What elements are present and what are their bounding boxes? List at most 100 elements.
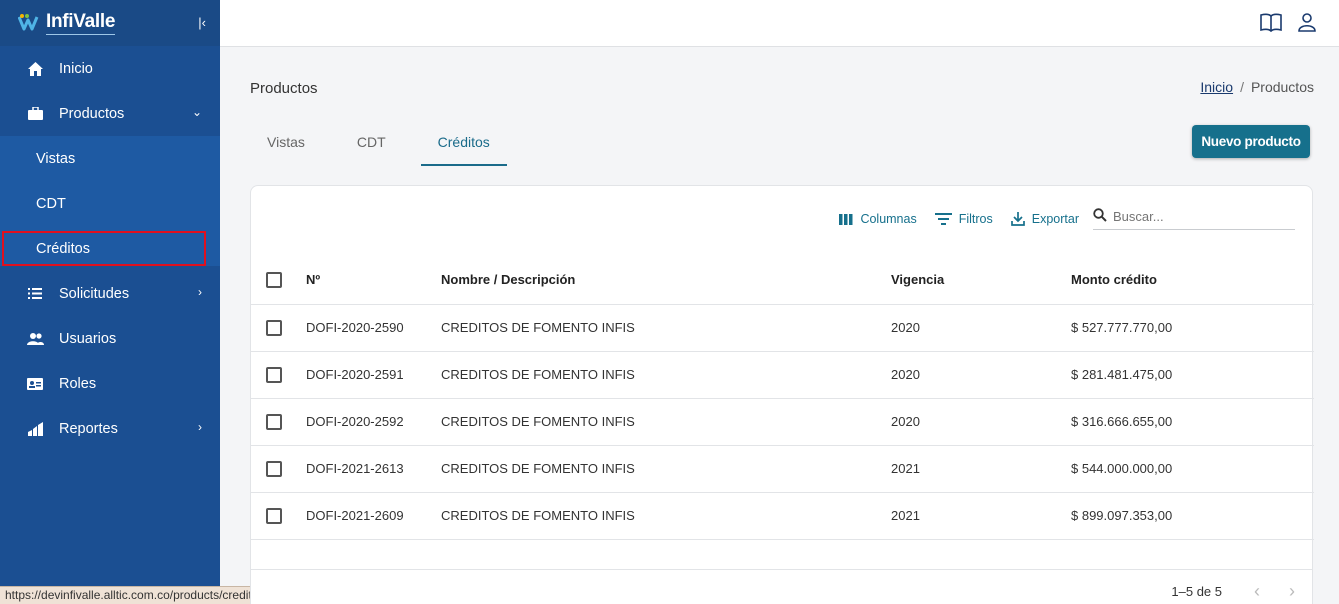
logo-row: InfiValle |‹ [0, 0, 220, 46]
sidebar-subitem-vistas[interactable]: Vistas [0, 136, 220, 181]
row-checkbox[interactable] [266, 319, 282, 336]
row-monto: $ 316.666.655,00 [1071, 398, 1314, 446]
download-icon [1010, 212, 1025, 226]
row-name: CREDITOS DE FOMENTO INFIS [441, 304, 891, 352]
chevron-right-icon: › [198, 285, 202, 299]
sidebar-item-label: CDT [36, 195, 66, 212]
column-header-vigencia[interactable]: Vigencia [891, 256, 1071, 305]
row-number: DOFI-2020-2591 [306, 351, 441, 399]
home-icon [26, 61, 44, 77]
sidebar-item-label: Roles [59, 375, 97, 392]
search-input[interactable] [1113, 209, 1283, 224]
tab-vistas[interactable]: Vistas [250, 124, 322, 166]
sidebar: InfiValle |‹ Inicio Productos ⌄ Vistas C… [0, 0, 258, 604]
column-header-number[interactable]: Nº [306, 256, 441, 305]
row-vigencia: 2021 [891, 492, 1071, 540]
sidebar-item-reportes[interactable]: Reportes › [0, 406, 220, 451]
logo-mark-icon [17, 14, 44, 32]
sidebar-subitem-cdt[interactable]: CDT [0, 181, 220, 226]
productos-submenu: Vistas CDT Créditos [0, 136, 220, 266]
filters-button[interactable]: Filtros [934, 212, 993, 226]
user-icon[interactable] [1297, 12, 1317, 32]
logo-text: InfiValle [46, 11, 115, 35]
filter-icon [934, 213, 952, 225]
select-all-cell [251, 256, 306, 305]
sidebar-item-roles[interactable]: Roles [0, 361, 220, 406]
sidebar-item-solicitudes[interactable]: Solicitudes › [0, 271, 220, 316]
row-monto: $ 527.777.770,00 [1071, 304, 1314, 352]
sidebar-item-label: Reportes [59, 420, 118, 437]
tab-cdt[interactable]: CDT [340, 124, 403, 166]
sidebar-item-inicio[interactable]: Inicio [0, 46, 220, 91]
chart-icon [26, 421, 44, 437]
sidebar-item-productos[interactable]: Productos ⌄ [0, 91, 220, 136]
id-card-icon [26, 376, 44, 392]
row-name: CREDITOS DE FOMENTO INFIS [441, 492, 891, 540]
column-header-name[interactable]: Nombre / Descripción [441, 256, 891, 305]
sidebar-item-label: Productos [59, 105, 125, 122]
logo[interactable]: InfiValle [17, 11, 115, 35]
row-vigencia: 2020 [891, 304, 1071, 352]
users-icon [26, 331, 44, 347]
chevron-right-icon: › [198, 420, 202, 434]
chevron-down-icon: ⌄ [191, 105, 202, 119]
prev-page-icon[interactable]: ‹ [1254, 581, 1260, 602]
row-checkbox[interactable] [266, 413, 282, 430]
export-button[interactable]: Exportar [1010, 212, 1079, 226]
topbar [220, 0, 1339, 47]
next-page-icon[interactable]: › [1289, 581, 1295, 602]
main-content: Productos Inicio / Productos Vistas CDT Cr… [220, 47, 1339, 604]
page-title: Productos [250, 80, 318, 97]
columns-icon [839, 213, 853, 225]
table-row[interactable]: DOFI-2020-2591 CREDITOS DE FOMENTO INFIS… [251, 351, 1314, 399]
table-header-row: Nº Nombre / Descripción Vigencia Monto c… [251, 256, 1314, 305]
products-table: Nº Nombre / Descripción Vigencia Monto c… [251, 256, 1314, 540]
row-checkbox[interactable] [266, 366, 282, 383]
sidebar-item-label: Usuarios [59, 330, 117, 347]
row-monto: $ 281.481.475,00 [1071, 351, 1314, 399]
row-checkbox[interactable] [266, 507, 282, 524]
row-monto: $ 899.097.353,00 [1071, 492, 1314, 540]
row-number: DOFI-2020-2592 [306, 398, 441, 446]
table-row[interactable]: DOFI-2020-2590 CREDITOS DE FOMENTO INFIS… [251, 304, 1314, 352]
sidebar-item-label: Vistas [36, 150, 76, 167]
sidebar-item-usuarios[interactable]: Usuarios [0, 316, 220, 361]
row-number: DOFI-2021-2609 [306, 492, 441, 540]
row-monto: $ 544.000.000,00 [1071, 445, 1314, 493]
pagination: 1–5 de 5 ‹ › [251, 569, 1312, 604]
briefcase-icon [26, 106, 44, 122]
breadcrumb-home-link[interactable]: Inicio [1200, 79, 1233, 95]
table-row[interactable]: DOFI-2021-2609 CREDITOS DE FOMENTO INFIS… [251, 492, 1314, 540]
table-row[interactable]: DOFI-2021-2613 CREDITOS DE FOMENTO INFIS… [251, 445, 1314, 493]
breadcrumb-current: Productos [1250, 79, 1314, 95]
search-icon [1093, 208, 1107, 225]
breadcrumb-separator: / [1240, 79, 1244, 95]
row-vigencia: 2020 [891, 351, 1071, 399]
breadcrumb: Inicio / Productos [1200, 79, 1314, 95]
pagination-text: 1–5 de 5 [1171, 584, 1222, 599]
column-header-monto[interactable]: Monto crédito [1071, 256, 1314, 305]
sidebar-subitem-creditos[interactable]: Créditos [2, 231, 206, 266]
select-all-checkbox[interactable] [266, 272, 282, 289]
row-vigencia: 2020 [891, 398, 1071, 446]
row-checkbox[interactable] [266, 460, 282, 477]
list-icon [26, 286, 44, 302]
products-table-card: Columnas Filtros Exportar Buscar... Nº N… [250, 185, 1314, 604]
product-tabs: Vistas CDT Créditos [250, 124, 525, 166]
row-name: CREDITOS DE FOMENTO INFIS [441, 398, 891, 446]
collapse-sidebar-icon[interactable]: |‹ [198, 15, 206, 30]
row-number: DOFI-2021-2613 [306, 445, 441, 493]
sidebar-item-label: Solicitudes [59, 285, 130, 302]
table-toolbar: Columnas Filtros Exportar [821, 208, 1295, 230]
table-row[interactable]: DOFI-2020-2592 CREDITOS DE FOMENTO INFIS… [251, 398, 1314, 446]
row-vigencia: 2021 [891, 445, 1071, 493]
book-icon[interactable] [1259, 12, 1283, 32]
columns-button[interactable]: Columnas [839, 212, 917, 226]
search-field [1093, 208, 1295, 230]
tab-creditos[interactable]: Créditos [420, 124, 507, 166]
sidebar-item-label: Inicio [59, 60, 93, 77]
new-product-button[interactable]: Nuevo producto [1192, 125, 1310, 158]
sidebar-item-label: Créditos [36, 240, 90, 257]
columns-label: Columnas [860, 212, 917, 226]
row-number: DOFI-2020-2590 [306, 304, 441, 352]
